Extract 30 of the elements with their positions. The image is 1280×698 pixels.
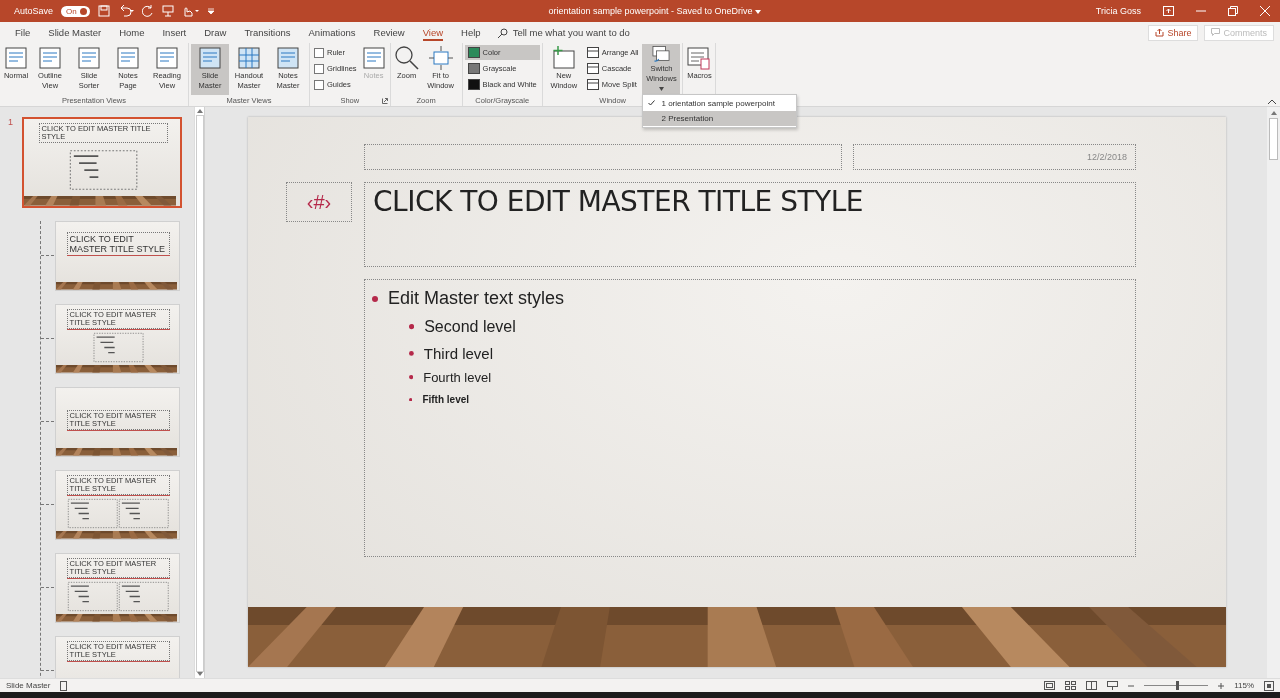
- ribbon-tab[interactable]: Draw: [195, 22, 236, 43]
- slide-number-field[interactable]: ‹#›: [286, 182, 352, 222]
- zoom-percent[interactable]: 115%: [1234, 681, 1254, 690]
- ribbon-tab[interactable]: Slide Master: [39, 22, 111, 43]
- ribbon-tab[interactable]: File: [6, 22, 40, 43]
- ribbon-tab[interactable]: Home: [110, 22, 154, 43]
- bullet-text: Second level: [424, 318, 516, 336]
- bullet-text: Edit Master text styles: [388, 288, 565, 309]
- title-field[interactable]: CLICK TO EDIT MASTER TITLE STYLE: [364, 182, 1136, 267]
- ribbon-tab[interactable]: Animations: [299, 22, 365, 43]
- menu-item[interactable]: 2 Presentation: [643, 111, 797, 126]
- autosave-label: AutoSave: [14, 6, 54, 16]
- slide-number: 1: [8, 117, 14, 127]
- autosave-toggle[interactable]: On: [61, 5, 90, 17]
- bullet-text: Fourth level: [423, 370, 492, 385]
- window-title: orientation sample powerpoint - Saved to OneDrive: [548, 6, 753, 16]
- layout-thumbnail[interactable]: CLICK TO EDIT MASTER TITLE STYLE: [55, 221, 180, 291]
- menu-item[interactable]: 1 orientation sample powerpoint: [643, 96, 797, 111]
- ribbon-tab[interactable]: Transitions: [235, 22, 300, 43]
- ribbon-tab[interactable]: View: [413, 22, 453, 43]
- search-field[interactable]: Tell me what you want to do: [497, 27, 663, 38]
- user-name[interactable]: Tricia Goss: [1095, 6, 1141, 16]
- share-button[interactable]: Share: [1148, 24, 1199, 41]
- view-name: Slide Master: [6, 681, 51, 690]
- ribbon-tab[interactable]: Help: [452, 22, 490, 43]
- bullet-text: Third level: [423, 345, 493, 362]
- body-text-area[interactable]: Edit Master text styles Second level Third level Fourth level Fifth level: [364, 279, 1136, 557]
- ribbon-tab[interactable]: Insert: [153, 22, 196, 43]
- bullet-text: Fifth level: [422, 394, 470, 405]
- ribbon-tab[interactable]: Review: [364, 22, 414, 43]
